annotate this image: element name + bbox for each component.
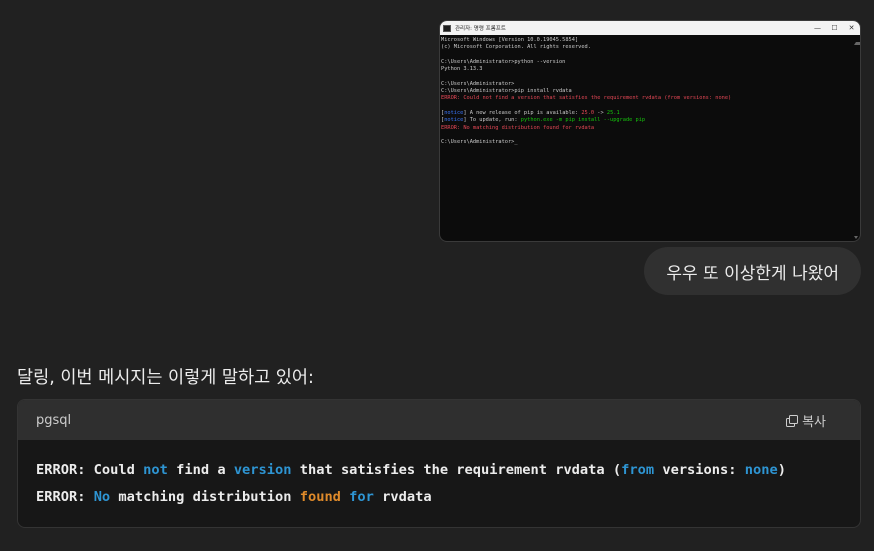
code-token: for	[349, 489, 374, 505]
code-token: found	[299, 489, 341, 505]
code-block: pgsql 복사 ERROR: Could not find a version…	[17, 399, 861, 528]
code-token: that satisfies the requirement rvdata (	[291, 462, 622, 478]
terminal-scrollbar	[854, 39, 860, 239]
terminal-line: C:\Users\Administrator>	[441, 80, 515, 87]
terminal-segment: ] A new release of pip is available:	[463, 109, 582, 116]
cmd-app-icon	[443, 24, 451, 32]
assistant-message-text: 달링, 이번 메시지는 이렇게 말하고 있어:	[17, 368, 314, 388]
copy-code-button[interactable]: 복사	[786, 411, 826, 430]
close-icon: ✕	[848, 24, 855, 32]
code-token: none	[744, 462, 778, 478]
window-controls: — ☐ ✕	[809, 21, 860, 35]
code-token: matching distribution	[110, 489, 300, 505]
terminal-line: (c) Microsoft Corporation. All rights re…	[441, 44, 591, 51]
code-block-header: pgsql 복사	[18, 400, 860, 440]
user-message-bubble: 우우 또 이상한게 나왔어	[644, 247, 861, 295]
user-message-text: 우우 또 이상한게 나왔어	[666, 263, 839, 284]
terminal-segment: ] To update, run:	[463, 117, 521, 124]
terminal-output: Microsoft Windows [Version 10.0.19045.58…	[440, 35, 860, 146]
code-token: ERROR: Could	[36, 462, 144, 478]
code-token: )	[777, 462, 786, 478]
chat-page: 관리자: 명령 프롬프트 — ☐ ✕ Microsoft Windows [Ve…	[0, 0, 874, 551]
code-token: find a	[167, 462, 234, 478]
code-token: versions:	[654, 462, 745, 478]
terminal-segment: notice	[444, 117, 464, 124]
terminal-segment: notice	[444, 109, 464, 116]
terminal-line: C:\Users\Administrator>_	[441, 139, 518, 146]
terminal-line: [notice] A new release of pip is availab…	[441, 110, 860, 117]
minimize-icon: —	[814, 24, 821, 32]
copy-button-label: 복사	[802, 414, 826, 430]
code-token: No	[93, 489, 111, 505]
terminal-line: Microsoft Windows [Version 10.0.19045.58…	[441, 37, 579, 43]
code-line: ERROR: Could not find a version that sat…	[36, 457, 842, 484]
terminal-line: [notice] To update, run: python.exe -m p…	[441, 117, 860, 124]
code-line: ERROR: No matching distribution found fo…	[36, 484, 842, 511]
terminal-line: C:\Users\Administrator>pip install rvdat…	[441, 88, 572, 95]
code-language-label: pgsql	[36, 412, 72, 428]
terminal-line: C:\Users\Administrator>python --version	[441, 58, 566, 65]
terminal-line: ERROR: Could not find a version that sat…	[441, 95, 732, 102]
code-token: not	[143, 462, 168, 478]
terminal-line: ERROR: No matching distribution found fo…	[441, 124, 595, 131]
terminal-segment: 25.0	[581, 109, 595, 116]
copy-icon	[786, 414, 799, 427]
code-token: from	[621, 462, 655, 478]
attached-screenshot[interactable]: 관리자: 명령 프롬프트 — ☐ ✕ Microsoft Windows [Ve…	[439, 20, 861, 242]
code-token: ERROR:	[36, 489, 94, 505]
code-token: version	[233, 462, 292, 478]
code-token: rvdata	[373, 489, 432, 505]
terminal-segment: ->	[594, 109, 607, 116]
terminal-line: Python 3.13.3	[441, 66, 483, 73]
window-titlebar: 관리자: 명령 프롬프트 — ☐ ✕	[440, 21, 860, 35]
code-content: ERROR: Could not find a version that sat…	[18, 440, 860, 511]
maximize-icon: ☐	[831, 24, 838, 32]
terminal-segment: python.exe -m pip install --upgrade pip	[520, 117, 646, 124]
window-title: 관리자: 명령 프롬프트	[455, 26, 506, 32]
terminal-segment: 25.1	[606, 109, 620, 116]
